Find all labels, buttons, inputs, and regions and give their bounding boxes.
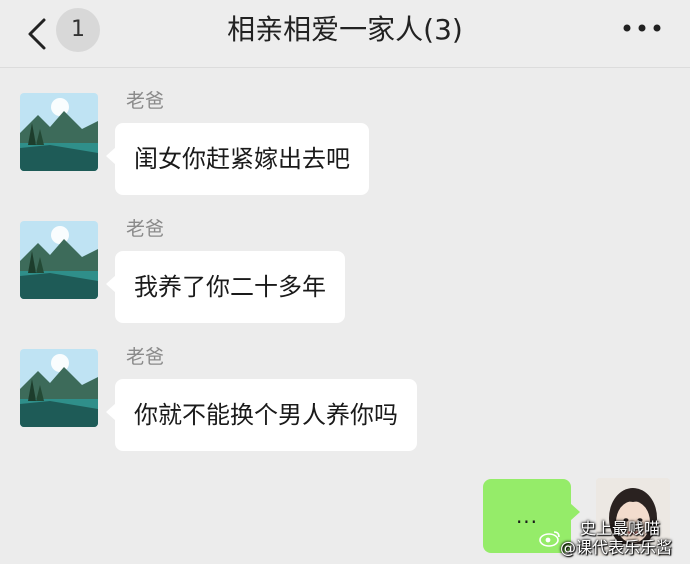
sender-name: 老爸 [126, 346, 165, 368]
message-row: 老爸 我养了你二十多年 [0, 218, 690, 331]
message-row: 老爸 你就不能换个男人养你吗 [0, 346, 690, 459]
weibo-icon [539, 531, 560, 547]
sender-name: 老爸 [126, 90, 165, 112]
landscape-lake-avatar[interactable] [20, 349, 98, 427]
sender-name: 老爸 [126, 218, 165, 240]
message-bubble[interactable]: 闺女你赶紧嫁出去吧 [106, 123, 369, 195]
more-dots-icon[interactable] [622, 22, 662, 34]
message-row: 老爸 闺女你赶紧嫁出去吧 [0, 90, 690, 203]
watermark-line1: 史上最贱喵 [580, 519, 661, 538]
chevron-left-icon[interactable] [24, 16, 52, 52]
chat-header: 1 相亲相爱一家人(3) [0, 0, 690, 68]
watermark-line2: @课代表乐乐酱 [560, 538, 673, 557]
watermark: 史上最贱喵 @课代表乐乐酱 [539, 519, 686, 557]
unread-count-badge[interactable]: 1 [56, 8, 100, 52]
message-bubble[interactable]: 你就不能换个男人养你吗 [106, 379, 417, 451]
chat-title: 相亲相爱一家人(3) [227, 13, 463, 46]
landscape-lake-avatar[interactable] [20, 221, 98, 299]
landscape-lake-avatar[interactable] [20, 93, 98, 171]
message-bubble[interactable]: 我养了你二十多年 [106, 251, 345, 323]
